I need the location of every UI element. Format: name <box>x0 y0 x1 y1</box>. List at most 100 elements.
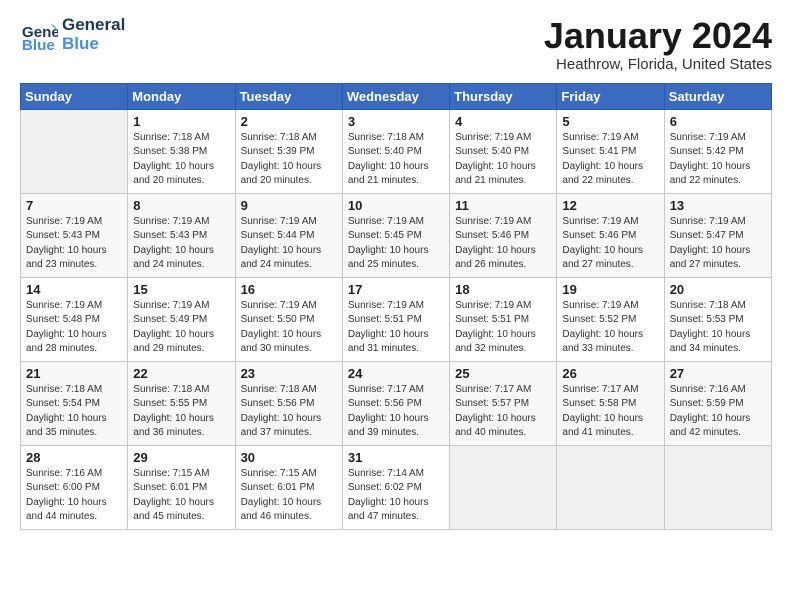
weekday-header-sunday: Sunday <box>21 83 128 109</box>
calendar-cell: 12 Sunrise: 7:19 AMSunset: 5:46 PMDaylig… <box>557 193 664 277</box>
calendar-cell: 4 Sunrise: 7:19 AMSunset: 5:40 PMDayligh… <box>450 109 557 193</box>
day-info: Sunrise: 7:19 AMSunset: 5:43 PMDaylight:… <box>133 215 229 273</box>
day-number: 6 <box>670 114 766 129</box>
day-info: Sunrise: 7:16 AMSunset: 5:59 PMDaylight:… <box>670 383 766 441</box>
day-info: Sunrise: 7:14 AMSunset: 6:02 PMDaylight:… <box>348 467 444 525</box>
calendar-cell: 20 Sunrise: 7:18 AMSunset: 5:53 PMDaylig… <box>664 277 771 361</box>
week-row-3: 14 Sunrise: 7:19 AMSunset: 5:48 PMDaylig… <box>21 277 772 361</box>
day-info: Sunrise: 7:19 AMSunset: 5:40 PMDaylight:… <box>455 131 551 189</box>
day-number: 10 <box>348 198 444 213</box>
day-number: 5 <box>562 114 658 129</box>
calendar-cell: 19 Sunrise: 7:19 AMSunset: 5:52 PMDaylig… <box>557 277 664 361</box>
calendar-cell: 5 Sunrise: 7:19 AMSunset: 5:41 PMDayligh… <box>557 109 664 193</box>
day-number: 15 <box>133 282 229 297</box>
day-number: 11 <box>455 198 551 213</box>
day-info: Sunrise: 7:19 AMSunset: 5:50 PMDaylight:… <box>241 299 337 357</box>
day-number: 3 <box>348 114 444 129</box>
day-number: 29 <box>133 450 229 465</box>
weekday-header-row: SundayMondayTuesdayWednesdayThursdayFrid… <box>21 83 772 109</box>
weekday-header-monday: Monday <box>128 83 235 109</box>
day-number: 16 <box>241 282 337 297</box>
day-number: 8 <box>133 198 229 213</box>
calendar-cell: 13 Sunrise: 7:19 AMSunset: 5:47 PMDaylig… <box>664 193 771 277</box>
day-info: Sunrise: 7:18 AMSunset: 5:54 PMDaylight:… <box>26 383 122 441</box>
logo-icon: General Blue <box>20 16 58 54</box>
day-number: 1 <box>133 114 229 129</box>
day-info: Sunrise: 7:19 AMSunset: 5:47 PMDaylight:… <box>670 215 766 273</box>
calendar-cell: 26 Sunrise: 7:17 AMSunset: 5:58 PMDaylig… <box>557 361 664 445</box>
day-number: 24 <box>348 366 444 381</box>
day-number: 31 <box>348 450 444 465</box>
calendar-cell <box>450 445 557 529</box>
weekday-header-thursday: Thursday <box>450 83 557 109</box>
day-info: Sunrise: 7:19 AMSunset: 5:43 PMDaylight:… <box>26 215 122 273</box>
day-info: Sunrise: 7:18 AMSunset: 5:39 PMDaylight:… <box>241 131 337 189</box>
day-info: Sunrise: 7:18 AMSunset: 5:40 PMDaylight:… <box>348 131 444 189</box>
day-number: 19 <box>562 282 658 297</box>
day-info: Sunrise: 7:19 AMSunset: 5:52 PMDaylight:… <box>562 299 658 357</box>
day-info: Sunrise: 7:17 AMSunset: 5:57 PMDaylight:… <box>455 383 551 441</box>
page: General Blue General Blue January 2024 H… <box>0 0 792 540</box>
location: Heathrow, Florida, United States <box>544 56 772 73</box>
day-number: 14 <box>26 282 122 297</box>
month-title: January 2024 <box>544 16 772 56</box>
header: General Blue General Blue January 2024 H… <box>20 16 772 73</box>
calendar-cell: 18 Sunrise: 7:19 AMSunset: 5:51 PMDaylig… <box>450 277 557 361</box>
day-info: Sunrise: 7:18 AMSunset: 5:38 PMDaylight:… <box>133 131 229 189</box>
svg-text:Blue: Blue <box>22 37 55 54</box>
day-number: 23 <box>241 366 337 381</box>
weekday-header-friday: Friday <box>557 83 664 109</box>
day-info: Sunrise: 7:18 AMSunset: 5:56 PMDaylight:… <box>241 383 337 441</box>
calendar-cell: 31 Sunrise: 7:14 AMSunset: 6:02 PMDaylig… <box>342 445 449 529</box>
day-info: Sunrise: 7:17 AMSunset: 5:56 PMDaylight:… <box>348 383 444 441</box>
calendar-cell: 10 Sunrise: 7:19 AMSunset: 5:45 PMDaylig… <box>342 193 449 277</box>
calendar-cell: 21 Sunrise: 7:18 AMSunset: 5:54 PMDaylig… <box>21 361 128 445</box>
calendar-table: SundayMondayTuesdayWednesdayThursdayFrid… <box>20 83 772 530</box>
week-row-1: 1 Sunrise: 7:18 AMSunset: 5:38 PMDayligh… <box>21 109 772 193</box>
day-info: Sunrise: 7:19 AMSunset: 5:51 PMDaylight:… <box>348 299 444 357</box>
title-block: January 2024 Heathrow, Florida, United S… <box>544 16 772 73</box>
calendar-cell: 23 Sunrise: 7:18 AMSunset: 5:56 PMDaylig… <box>235 361 342 445</box>
day-number: 30 <box>241 450 337 465</box>
calendar-cell: 1 Sunrise: 7:18 AMSunset: 5:38 PMDayligh… <box>128 109 235 193</box>
day-info: Sunrise: 7:15 AMSunset: 6:01 PMDaylight:… <box>241 467 337 525</box>
day-info: Sunrise: 7:19 AMSunset: 5:48 PMDaylight:… <box>26 299 122 357</box>
day-number: 28 <box>26 450 122 465</box>
calendar-cell: 30 Sunrise: 7:15 AMSunset: 6:01 PMDaylig… <box>235 445 342 529</box>
day-number: 22 <box>133 366 229 381</box>
day-number: 12 <box>562 198 658 213</box>
day-number: 7 <box>26 198 122 213</box>
calendar-cell: 28 Sunrise: 7:16 AMSunset: 6:00 PMDaylig… <box>21 445 128 529</box>
calendar-cell: 11 Sunrise: 7:19 AMSunset: 5:46 PMDaylig… <box>450 193 557 277</box>
calendar-cell: 2 Sunrise: 7:18 AMSunset: 5:39 PMDayligh… <box>235 109 342 193</box>
day-info: Sunrise: 7:16 AMSunset: 6:00 PMDaylight:… <box>26 467 122 525</box>
calendar-cell: 14 Sunrise: 7:19 AMSunset: 5:48 PMDaylig… <box>21 277 128 361</box>
calendar-cell: 8 Sunrise: 7:19 AMSunset: 5:43 PMDayligh… <box>128 193 235 277</box>
day-number: 17 <box>348 282 444 297</box>
day-number: 20 <box>670 282 766 297</box>
day-number: 13 <box>670 198 766 213</box>
calendar-cell <box>664 445 771 529</box>
weekday-header-wednesday: Wednesday <box>342 83 449 109</box>
day-info: Sunrise: 7:18 AMSunset: 5:55 PMDaylight:… <box>133 383 229 441</box>
day-number: 18 <box>455 282 551 297</box>
calendar-cell: 22 Sunrise: 7:18 AMSunset: 5:55 PMDaylig… <box>128 361 235 445</box>
logo-general: General <box>62 16 125 35</box>
day-number: 26 <box>562 366 658 381</box>
calendar-cell: 29 Sunrise: 7:15 AMSunset: 6:01 PMDaylig… <box>128 445 235 529</box>
day-info: Sunrise: 7:18 AMSunset: 5:53 PMDaylight:… <box>670 299 766 357</box>
calendar-cell: 15 Sunrise: 7:19 AMSunset: 5:49 PMDaylig… <box>128 277 235 361</box>
day-info: Sunrise: 7:19 AMSunset: 5:42 PMDaylight:… <box>670 131 766 189</box>
logo-blue: Blue <box>62 35 125 54</box>
week-row-2: 7 Sunrise: 7:19 AMSunset: 5:43 PMDayligh… <box>21 193 772 277</box>
day-info: Sunrise: 7:19 AMSunset: 5:44 PMDaylight:… <box>241 215 337 273</box>
calendar-cell: 16 Sunrise: 7:19 AMSunset: 5:50 PMDaylig… <box>235 277 342 361</box>
calendar-cell: 24 Sunrise: 7:17 AMSunset: 5:56 PMDaylig… <box>342 361 449 445</box>
day-info: Sunrise: 7:19 AMSunset: 5:46 PMDaylight:… <box>455 215 551 273</box>
day-info: Sunrise: 7:19 AMSunset: 5:51 PMDaylight:… <box>455 299 551 357</box>
day-info: Sunrise: 7:17 AMSunset: 5:58 PMDaylight:… <box>562 383 658 441</box>
calendar-cell: 3 Sunrise: 7:18 AMSunset: 5:40 PMDayligh… <box>342 109 449 193</box>
calendar-cell <box>557 445 664 529</box>
day-number: 9 <box>241 198 337 213</box>
calendar-cell: 17 Sunrise: 7:19 AMSunset: 5:51 PMDaylig… <box>342 277 449 361</box>
